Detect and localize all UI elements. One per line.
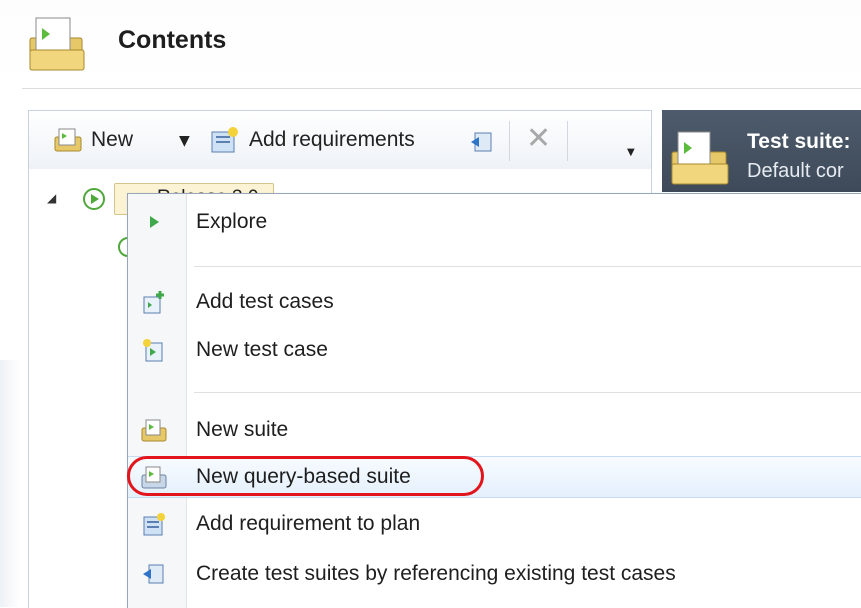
context-menu: Explore Add test cases New test case New… [127,193,861,608]
toolbar-separator [567,121,568,161]
reference-suites-icon[interactable] [469,131,495,153]
new-button-label: New [91,128,134,151]
new-test-case-icon [143,339,163,362]
delete-icon[interactable]: ✕ [526,121,551,156]
menu-item-label: Create test suites by referencing existi… [196,562,676,585]
toolbar: New ▼ Add requirements ✕ ▼ [29,111,651,169]
add-test-cases-icon [143,291,164,314]
menu-item-label: Explore [196,210,268,233]
add-requirement-icon [211,127,238,153]
add-requirement-icon [143,513,165,536]
suite-folder-icon [671,131,729,185]
side-shade [0,360,20,607]
new-button[interactable]: New [53,125,133,155]
menu-item-create-test-suites-by-reference[interactable]: Create test suites by referencing existi… [128,554,861,594]
menu-item-new-test-case[interactable]: New test case [128,330,861,370]
menu-separator [194,266,861,267]
menu-item-label: New suite [196,418,289,441]
menu-item-label: Add requirement to plan [196,512,421,535]
menu-icon-gutter [128,194,187,608]
menu-item-label: Add test cases [196,290,334,313]
play-icon [150,216,159,228]
menu-item-add-requirement-to-plan[interactable]: Add requirement to plan [128,504,861,544]
suite-folder-icon [29,17,85,71]
add-requirements-label: Add requirements [249,128,415,151]
reference-suites-icon [143,564,164,584]
menu-item-add-test-cases[interactable]: Add test cases [128,282,861,322]
menu-item-new-suite[interactable]: New suite [128,410,861,450]
menu-item-explore[interactable]: Explore [128,202,861,242]
page-title: Contents [118,26,227,54]
divider [22,88,861,89]
expand-collapse-icon[interactable]: ◢ [47,191,56,205]
details-subtitle: Default cor [747,160,844,182]
highlight-annotation [127,456,484,496]
add-requirements-button[interactable]: Add requirements [209,125,415,155]
details-title: Test suite: [747,130,851,153]
overflow-chevron-icon[interactable]: ▼ [627,147,635,158]
menu-separator [194,392,861,393]
menu-item-label: New test case [196,338,328,361]
page-header: Contents [0,0,861,90]
new-suite-icon [54,128,82,152]
toolbar-separator [509,121,510,161]
details-header: Test suite: Default cor [662,110,861,192]
chevron-down-icon[interactable]: ▼ [179,133,190,149]
new-suite-icon [141,419,167,442]
play-icon [83,188,105,210]
